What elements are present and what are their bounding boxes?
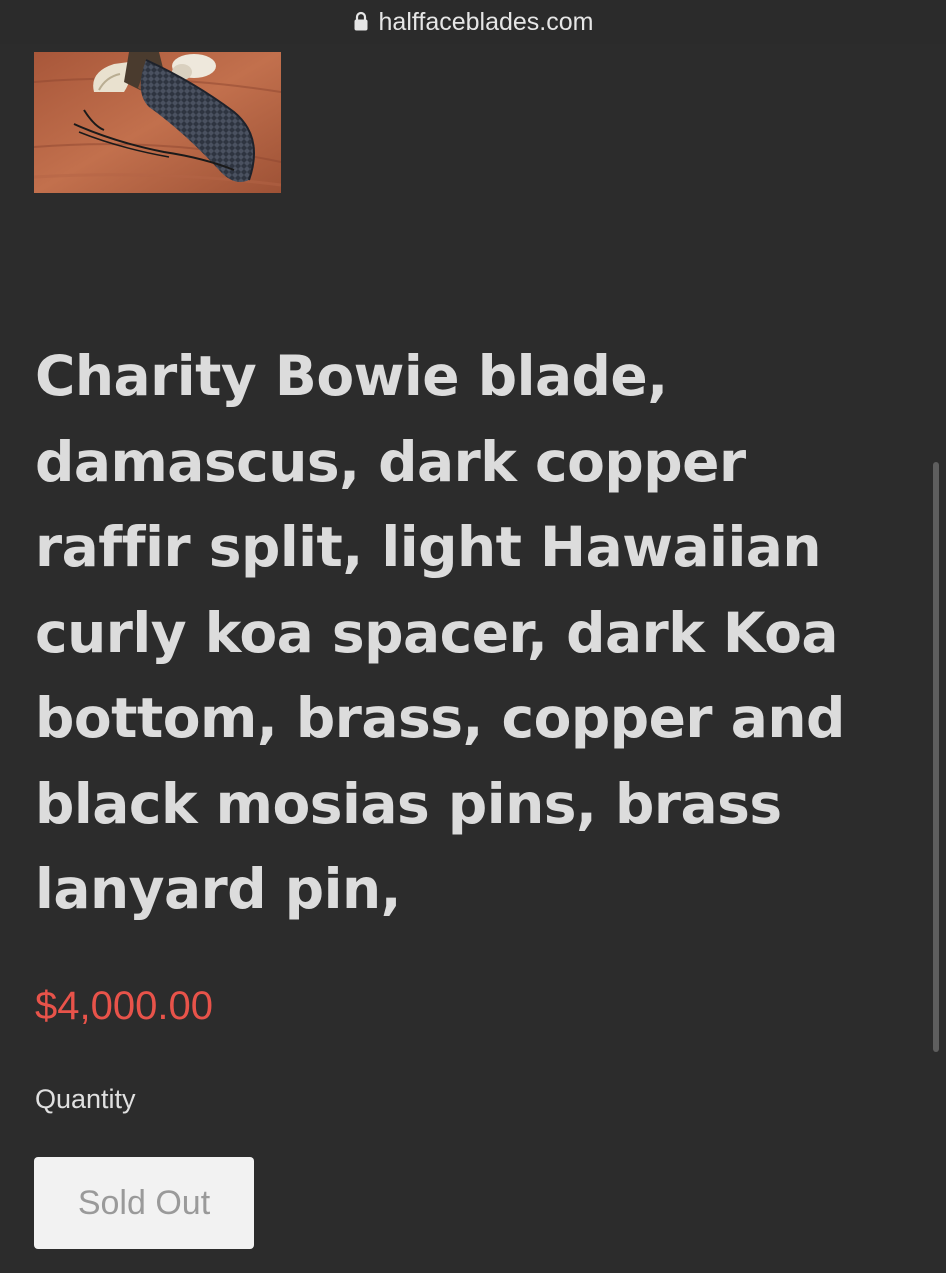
quantity-label: Quantity xyxy=(35,1084,136,1114)
product-thumbnail[interactable] xyxy=(34,52,281,193)
sold-out-button[interactable]: Sold Out xyxy=(34,1157,254,1249)
url-text: halffaceblades.com xyxy=(378,7,594,36)
scrollbar[interactable] xyxy=(933,462,939,1052)
product-price: $4,000.00 xyxy=(35,984,213,1028)
product-title: Charity Bowie blade, damascus, dark copp… xyxy=(35,344,845,921)
lock-icon xyxy=(354,11,368,31)
address-bar[interactable]: halffaceblades.com xyxy=(0,0,946,44)
knife-sheath-image xyxy=(34,52,281,193)
